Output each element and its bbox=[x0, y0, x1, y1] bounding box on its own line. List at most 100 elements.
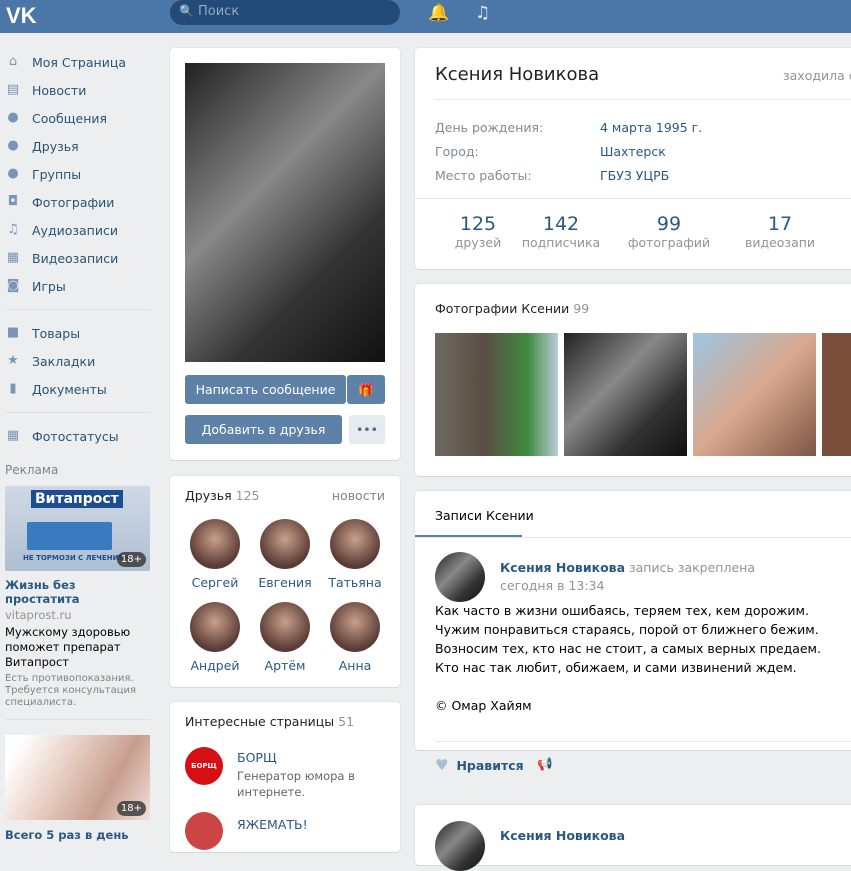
sidebar-item-label: Фотостатусы bbox=[32, 428, 119, 444]
profile-photo[interactable] bbox=[185, 63, 385, 362]
work-label: Место работы: bbox=[435, 168, 532, 183]
stat-number: 99 bbox=[656, 213, 682, 235]
like-label: Нравится bbox=[456, 758, 524, 773]
add-friend-button[interactable]: Добавить в друзья bbox=[185, 415, 342, 444]
stat-label: видеозапи bbox=[744, 235, 816, 250]
sidebar-item[interactable]: ● Друзья bbox=[0, 132, 150, 160]
like-button[interactable]: ♥ Нравится bbox=[435, 756, 524, 774]
birthday-value[interactable]: 4 марта 1995 г. bbox=[600, 120, 702, 135]
sidebar-item[interactable]: ▮ Документы bbox=[0, 375, 150, 403]
photo-thumb[interactable] bbox=[564, 333, 687, 456]
pages-title[interactable]: Интересные страницы bbox=[185, 714, 334, 729]
send-message-button[interactable]: Написать сообщение bbox=[185, 375, 346, 404]
sidebar-item[interactable]: ▦ Видеозаписи bbox=[0, 244, 150, 272]
sidebar-nav: ⌂ Моя Страница ▤ Новости ● Сообщения ● Друзья ● Г… bbox=[0, 48, 150, 450]
sidebar-item-label: Товары bbox=[32, 325, 81, 341]
nav-icon: ◙ bbox=[6, 278, 20, 293]
page-desc: Генератор юмора в интернете. bbox=[237, 769, 355, 799]
music-icon[interactable]: ♫ bbox=[475, 3, 490, 23]
friends-title[interactable]: Друзья bbox=[185, 488, 232, 503]
sidebar-item[interactable]: ◘ Фотографии bbox=[0, 188, 150, 216]
sidebar-item[interactable]: ● Группы bbox=[0, 160, 150, 188]
sidebar-item[interactable]: ● Сообщения bbox=[0, 104, 150, 132]
sidebar-item-label: Сообщения bbox=[32, 110, 108, 126]
sidebar-item[interactable]: ▦ Фотостатусы bbox=[0, 422, 150, 450]
share-icon[interactable]: 📢 bbox=[537, 756, 553, 772]
age-badge: 18+ bbox=[116, 801, 146, 816]
stat-label: фотографий bbox=[627, 235, 711, 250]
search-input[interactable]: 🔍 Поиск bbox=[170, 0, 400, 25]
nav-icon: ♫ bbox=[7, 222, 19, 237]
age-badge: 18+ bbox=[116, 552, 146, 567]
sidebar-item-label: Документы bbox=[32, 381, 107, 397]
profile-info-card: Ксения Новикова заходила се День рождени… bbox=[415, 48, 851, 269]
sidebar-item-label: Видеозаписи bbox=[32, 250, 119, 266]
ad-image-vitaprost[interactable]: Витапрост НЕ ТОРМОЗИ С ЛЕЧЕНИЕМ 18+ bbox=[5, 486, 150, 571]
nav-icon: ● bbox=[7, 166, 19, 181]
friends-count: 125 bbox=[235, 488, 260, 503]
sidebar-item[interactable]: ♫ Аудиозаписи bbox=[0, 216, 150, 244]
photos-card: Фотографии Ксении 99 bbox=[415, 284, 851, 476]
post-time[interactable]: сегодня в 13:34 bbox=[500, 578, 604, 593]
post-avatar[interactable] bbox=[435, 821, 485, 871]
page-name[interactable]: ЯЖЕМАТЬ! bbox=[237, 817, 308, 832]
sidebar-item-label: Закладки bbox=[32, 353, 96, 369]
friend-item[interactable]: Евгения bbox=[250, 519, 320, 590]
friend-avatar bbox=[190, 519, 240, 569]
photo-thumb[interactable] bbox=[435, 333, 558, 456]
last-seen: заходила се bbox=[783, 68, 851, 83]
nav-icon: ▮ bbox=[9, 381, 17, 396]
friend-item[interactable]: Сергей bbox=[180, 519, 250, 590]
page-avatar[interactable] bbox=[185, 812, 223, 850]
stat-label: подписчика bbox=[521, 235, 601, 250]
nav-icon: ▦ bbox=[6, 428, 20, 443]
stat-counter[interactable]: 17 видеозапи bbox=[730, 213, 830, 250]
friend-item[interactable]: Татьяна bbox=[320, 519, 390, 590]
sidebar-item[interactable]: ▤ Новости bbox=[0, 76, 150, 104]
sidebar-item[interactable]: ■ Товары bbox=[0, 319, 150, 347]
nav-icon: ▦ bbox=[6, 250, 20, 265]
ad-title[interactable]: Всего 5 раз в день bbox=[5, 828, 150, 842]
ad-title[interactable]: Жизнь без простатита bbox=[5, 578, 150, 606]
sidebar-item[interactable]: ★ Закладки bbox=[0, 347, 150, 375]
sidebar-item-label: Аудиозаписи bbox=[32, 222, 118, 238]
ad-note: Есть противопоказания. Требуется консуль… bbox=[5, 673, 137, 708]
vk-logo[interactable]: VK bbox=[6, 3, 37, 29]
ad-image-2[interactable]: 18+ bbox=[5, 735, 150, 820]
sidebar-item[interactable]: ⌂ Моя Страница bbox=[0, 48, 150, 76]
photo-thumb[interactable] bbox=[822, 333, 851, 456]
friend-item[interactable]: Анна bbox=[320, 602, 390, 673]
nav-icon: ★ bbox=[7, 353, 19, 368]
post-author[interactable]: Ксения Новикова bbox=[500, 560, 625, 575]
bell-icon[interactable]: 🔔 bbox=[428, 3, 449, 23]
friend-item[interactable]: Андрей bbox=[180, 602, 250, 673]
friends-news-link[interactable]: новости bbox=[332, 488, 385, 503]
sidebar-item-label: Группы bbox=[32, 166, 82, 182]
work-value[interactable]: ГБУЗ УЦРБ bbox=[600, 168, 669, 183]
wall-tab[interactable]: Записи Ксении bbox=[435, 508, 534, 523]
more-button[interactable]: ••• bbox=[349, 415, 385, 444]
post-line: Возносим тех, кто нас не стоит, а самых … bbox=[435, 641, 821, 656]
wall-post-2: Ксения Новикова bbox=[415, 805, 851, 871]
sidebar-item[interactable]: ◙ Игры bbox=[0, 272, 150, 300]
friend-item[interactable]: Артём bbox=[250, 602, 320, 673]
post-signature: © Омар Хайям bbox=[435, 698, 532, 713]
city-value[interactable]: Шахтерск bbox=[600, 144, 666, 159]
gift-icon[interactable]: 🎁 bbox=[347, 375, 385, 404]
post-author[interactable]: Ксения Новикова bbox=[500, 828, 625, 843]
stat-counter[interactable]: 142 подписчика bbox=[511, 213, 611, 250]
profile-name: Ксения Новикова bbox=[435, 64, 600, 85]
profile-photo-card: Написать сообщение 🎁 Добавить в друзья •… bbox=[170, 48, 400, 460]
ad-brand: Витапрост bbox=[31, 490, 123, 508]
search-placeholder: Поиск bbox=[198, 4, 240, 19]
borsch-logo[interactable]: БОРЩ bbox=[185, 747, 223, 785]
ad-domain[interactable]: vitaprost.ru bbox=[5, 608, 150, 622]
nav-divider bbox=[5, 309, 150, 310]
stat-number: 142 bbox=[542, 213, 580, 235]
post-avatar[interactable] bbox=[435, 552, 485, 602]
nav-icon: ● bbox=[7, 138, 19, 153]
photo-thumb[interactable] bbox=[693, 333, 816, 456]
page-name[interactable]: БОРЩ bbox=[237, 750, 277, 765]
stat-counter[interactable]: 99 фотографий bbox=[619, 213, 719, 250]
photos-title[interactable]: Фотографии Ксении bbox=[435, 301, 569, 316]
